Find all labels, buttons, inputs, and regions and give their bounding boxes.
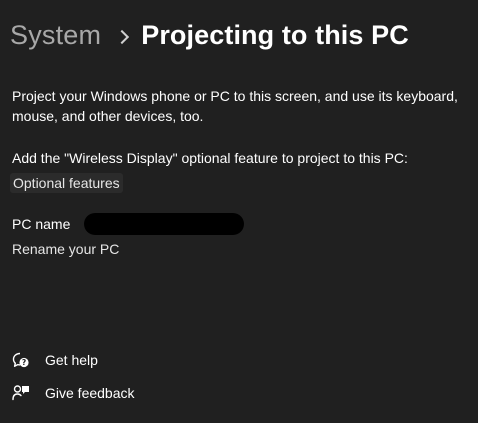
pc-name-row: PC name xyxy=(12,213,245,235)
give-feedback-link[interactable]: Give feedback xyxy=(12,383,135,403)
get-help-link[interactable]: ? Get help xyxy=(12,350,98,370)
pc-name-value-redacted xyxy=(84,213,245,235)
optional-features-link[interactable]: Optional features xyxy=(10,173,123,193)
page-description: Project your Windows phone or PC to this… xyxy=(12,88,458,124)
breadcrumb-system-link[interactable]: System xyxy=(10,20,101,51)
rename-pc-link[interactable]: Rename your PC xyxy=(12,239,119,259)
breadcrumb: System Projecting to this PC xyxy=(10,20,409,51)
get-help-label: Get help xyxy=(45,352,98,368)
pc-name-label: PC name xyxy=(12,216,71,232)
settings-page: System Projecting to this PC Project you… xyxy=(0,0,478,423)
help-icon: ? xyxy=(12,351,30,369)
page-title: Projecting to this PC xyxy=(141,20,409,50)
svg-text:?: ? xyxy=(22,358,26,367)
give-feedback-label: Give feedback xyxy=(45,385,135,401)
chevron-right-icon xyxy=(115,29,130,44)
feedback-icon xyxy=(12,384,30,402)
wireless-display-note: Add the "Wireless Display" optional feat… xyxy=(12,150,408,166)
